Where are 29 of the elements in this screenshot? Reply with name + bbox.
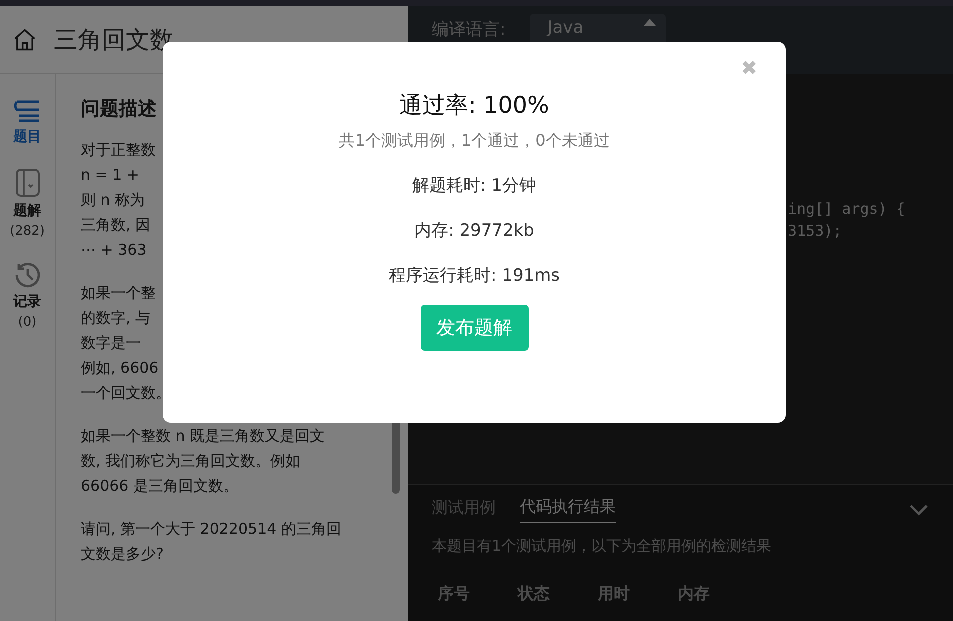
publish-button[interactable]: 发布题解 xyxy=(420,305,528,351)
close-button[interactable]: ✖ xyxy=(741,56,758,81)
chevron-down-icon[interactable] xyxy=(909,504,929,516)
results-summary: 本题目有1个测试用例，以下为全部用例的检测结果 xyxy=(432,537,773,556)
history-icon xyxy=(14,261,42,289)
column-header: 序号 xyxy=(438,584,470,605)
sidebar-tab[interactable]: 题解 (282) xyxy=(10,168,45,239)
section-heading: 问题描述 xyxy=(81,97,158,122)
dialog-subtitle: 共1个测试用例，1个通过，0个未通过 xyxy=(339,131,610,152)
dialog-title: 通过率: 100% xyxy=(400,92,550,121)
code-line: ing[] args) { xyxy=(788,199,906,220)
stat-text: 内存: 29772kb xyxy=(414,220,534,242)
stat-text: 解题耗时: 1分钟 xyxy=(412,175,536,197)
problem-paragraph: 如果一个整 的数字, 与 数字是一 例如, 6606 一个回文数。 xyxy=(81,283,171,404)
problem-paragraph: 请问, 第一个大于 20220514 的三角回 文数是多少? xyxy=(81,519,342,565)
caret-up-icon xyxy=(644,18,656,26)
book-icon xyxy=(14,168,40,198)
sidebar-tab[interactable]: 记录 (0) xyxy=(14,261,42,330)
language-label: 编译语言: xyxy=(432,19,506,41)
column-header: 内存 xyxy=(678,584,710,605)
column-header: 用时 xyxy=(598,584,630,605)
problem-paragraph: 对于正整数 n = 1 + 则 n 称为 三角数, 因 ⋯ + 363 xyxy=(81,140,156,261)
code-line: 3153); xyxy=(788,221,842,242)
column-header: 状态 xyxy=(518,584,550,605)
sidebar-tab[interactable]: 题目 xyxy=(12,98,42,146)
stat-text: 程序运行耗时: 191ms xyxy=(389,265,560,287)
home-icon[interactable] xyxy=(12,26,38,52)
problem-paragraph: 如果一个整数 n 既是三角数又是回文 数, 我们称它为三角回文数。例如 66066 是三角回文数。 xyxy=(81,426,326,497)
result-tab[interactable]: 代码执行结果 xyxy=(520,497,616,523)
